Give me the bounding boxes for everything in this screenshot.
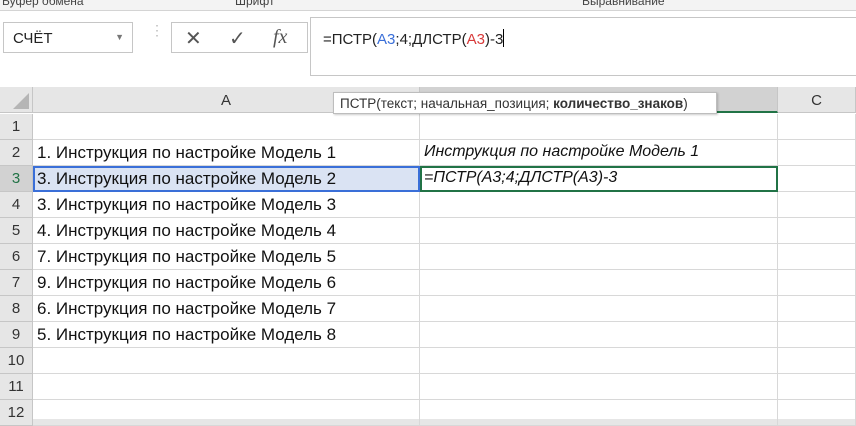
name-box-value: СЧЁТ [13, 30, 53, 47]
tooltip-close-paren: ) [683, 96, 688, 111]
row-header[interactable]: 1 [0, 114, 33, 140]
cell[interactable] [420, 270, 778, 296]
cell[interactable] [778, 166, 856, 192]
cell[interactable]: 1. Инструкция по настройке Модель 1 [33, 140, 420, 166]
row-header[interactable]: 2 [0, 140, 33, 166]
cell[interactable] [420, 322, 778, 348]
cell[interactable]: 4. Инструкция по настройке Модель 4 [33, 218, 420, 244]
chevron-down-icon[interactable]: ▼ [115, 32, 124, 42]
cell[interactable] [778, 322, 856, 348]
cell[interactable] [420, 296, 778, 322]
cell[interactable]: 5. Инструкция по настройке Модель 8 [33, 322, 420, 348]
cell[interactable] [420, 192, 778, 218]
cell[interactable] [33, 114, 420, 140]
cell[interactable]: 9. Инструкция по настройке Модель 6 [33, 270, 420, 296]
row-header[interactable]: 4 [0, 192, 33, 218]
tooltip-signature: ПСТР(текст; начальная_позиция; [340, 96, 554, 111]
cell[interactable] [778, 296, 856, 322]
cell[interactable]: =ПСТР(A3;4;ДЛСТР(A3)-3 [420, 166, 778, 192]
row-header[interactable]: 5 [0, 218, 33, 244]
cell[interactable]: 3. Инструкция по настройке Модель 3 [33, 192, 420, 218]
ribbon-group-clipboard: Буфер обмена [2, 0, 84, 8]
row-header[interactable]: 7 [0, 270, 33, 296]
cell[interactable] [420, 348, 778, 374]
formula-text: =ПСТР( [323, 31, 378, 48]
cancel-icon[interactable]: ✕ [185, 26, 202, 51]
cell[interactable] [420, 374, 778, 400]
cell[interactable]: 3. Инструкция по настройке Модель 2 [33, 166, 420, 192]
formula-text: )-3 [484, 31, 504, 48]
spreadsheet-grid: A B C 121. Инструкция по настройке Модел… [0, 87, 856, 426]
formula-buttons: ✕ ✓ fx [171, 22, 308, 53]
cell[interactable] [420, 400, 778, 426]
name-box[interactable]: СЧЁТ ▼ [3, 22, 133, 53]
cell[interactable] [33, 374, 420, 400]
cell[interactable] [778, 140, 856, 166]
row-header[interactable]: 6 [0, 244, 33, 270]
cell[interactable] [778, 192, 856, 218]
cell[interactable] [778, 374, 856, 400]
cell[interactable] [420, 218, 778, 244]
row-header[interactable]: 10 [0, 348, 33, 374]
cell[interactable] [778, 244, 856, 270]
cell[interactable]: 7. Инструкция по настройке Модель 5 [33, 244, 420, 270]
insert-function-icon[interactable]: fx [273, 26, 287, 49]
ribbon-group-font: Шрифт [235, 0, 275, 8]
formula-ref-2: A3 [466, 31, 485, 48]
cell[interactable]: Инструкция по настройке Модель 1 [420, 140, 778, 166]
column-header-c[interactable]: C [778, 87, 856, 113]
select-all-corner[interactable] [0, 87, 33, 113]
formula-input[interactable]: =ПСТР(A3;4;ДЛСТР(A3)-3 [310, 17, 856, 76]
row-header[interactable]: 12 [0, 400, 33, 426]
row-header[interactable]: 9 [0, 322, 33, 348]
cell[interactable] [420, 114, 778, 140]
cell[interactable] [778, 114, 856, 140]
tooltip-current-arg[interactable]: количество_знаков [553, 96, 683, 111]
function-tooltip: ПСТР(текст; начальная_позиция; количеств… [333, 92, 717, 114]
row-header[interactable]: 8 [0, 296, 33, 322]
cell[interactable]: 6. Инструкция по настройке Модель 7 [33, 296, 420, 322]
drag-handle-icon[interactable]: ⋮ [150, 23, 164, 37]
ribbon-group-labels: Буфер обмена Шрифт Выравнивание [0, 0, 856, 11]
text-cursor [503, 29, 505, 47]
cell[interactable] [778, 270, 856, 296]
cell[interactable] [33, 348, 420, 374]
formula-text: ;4;ДЛСТР( [395, 31, 467, 48]
cell[interactable] [33, 400, 420, 426]
formula-ref-1: A3 [377, 31, 396, 48]
cell[interactable] [420, 244, 778, 270]
cell[interactable] [778, 400, 856, 426]
row-header[interactable]: 11 [0, 374, 33, 400]
ribbon-group-alignment: Выравнивание [582, 0, 665, 8]
enter-check-icon[interactable]: ✓ [229, 26, 246, 51]
cell[interactable] [778, 348, 856, 374]
row-header[interactable]: 3 [0, 166, 33, 192]
cell[interactable] [778, 218, 856, 244]
